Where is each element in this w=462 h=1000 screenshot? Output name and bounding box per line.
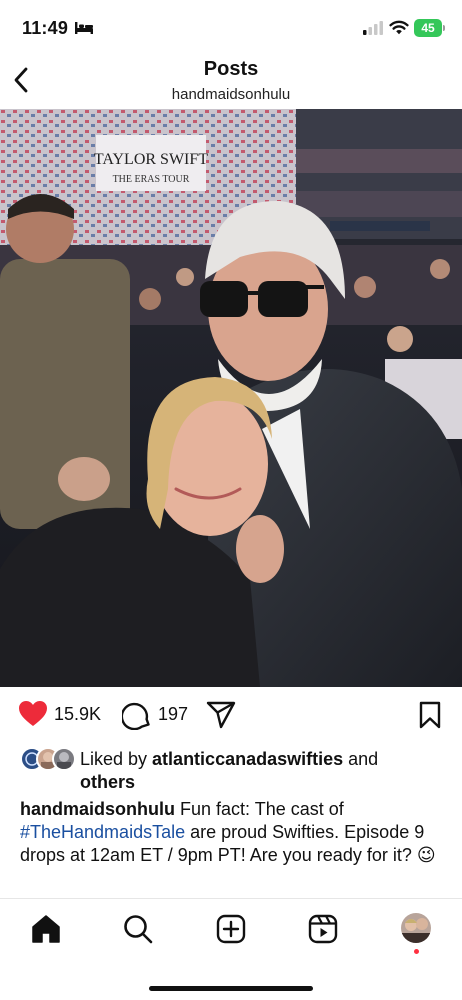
wifi-icon	[389, 20, 409, 35]
battery-level: 45	[414, 19, 442, 37]
post-actions: 15.9K 197	[0, 698, 462, 732]
post-photo[interactable]: TAYLOR SWIFT THE ERAS TOUR	[0, 109, 462, 687]
comment-icon	[120, 702, 150, 731]
liked-by-suffix: and	[343, 749, 379, 769]
bookmark-icon	[419, 701, 441, 729]
status-bar: 11:49 45	[0, 0, 462, 56]
home-indicator[interactable]	[149, 986, 313, 991]
avatar	[52, 747, 76, 771]
create-icon	[216, 914, 246, 944]
nav-reels[interactable]	[307, 913, 339, 945]
page-title: Posts	[203, 58, 259, 80]
caption-username[interactable]: handmaidsonhulu	[20, 799, 175, 819]
share-button[interactable]	[206, 701, 236, 729]
battery-nub	[443, 25, 445, 31]
like-count[interactable]: 15.9K	[54, 704, 101, 725]
search-icon	[124, 915, 153, 944]
bottom-nav	[0, 898, 462, 1000]
comment-button[interactable]	[120, 700, 152, 731]
battery-icon: 45	[414, 19, 445, 37]
liked-by-prefix: Liked by	[80, 749, 153, 769]
signal-icon	[363, 21, 383, 35]
heart-icon	[19, 701, 47, 726]
home-icon	[32, 915, 60, 943]
nav-search[interactable]	[122, 913, 154, 945]
posts-header: Posts handmaidsonhulu	[0, 56, 462, 108]
like-button[interactable]	[18, 700, 48, 728]
nav-create[interactable]	[215, 913, 247, 945]
liker-avatars[interactable]	[20, 747, 78, 771]
account-username[interactable]: handmaidsonhulu	[0, 86, 462, 103]
reels-icon	[308, 914, 338, 944]
caption-text-before: Fun fact: The cast of	[175, 799, 344, 819]
nav-home[interactable]	[30, 913, 62, 945]
save-button[interactable]	[418, 701, 442, 729]
profile-avatar[interactable]	[401, 913, 431, 943]
liked-by-text: Liked by atlanticcanadaswifties and other…	[80, 748, 450, 794]
liked-by-others[interactable]: others	[80, 772, 135, 792]
share-icon	[206, 701, 236, 729]
screen-subtitle: THE ERAS TOUR	[113, 174, 190, 185]
screen-title: TAYLOR SWIFT	[94, 151, 208, 168]
bed-icon	[75, 22, 93, 34]
liked-by-user[interactable]: atlanticcanadaswifties	[152, 749, 343, 769]
post-caption: handmaidsonhulu Fun fact: The cast of #T…	[20, 798, 448, 867]
notification-dot	[414, 949, 419, 954]
liked-by[interactable]: Liked by atlanticcanadaswifties and other…	[0, 745, 462, 795]
caption-hashtag[interactable]: #TheHandmaidsTale	[20, 822, 185, 842]
comment-count[interactable]: 197	[158, 704, 188, 725]
status-time: 11:49	[22, 18, 69, 38]
